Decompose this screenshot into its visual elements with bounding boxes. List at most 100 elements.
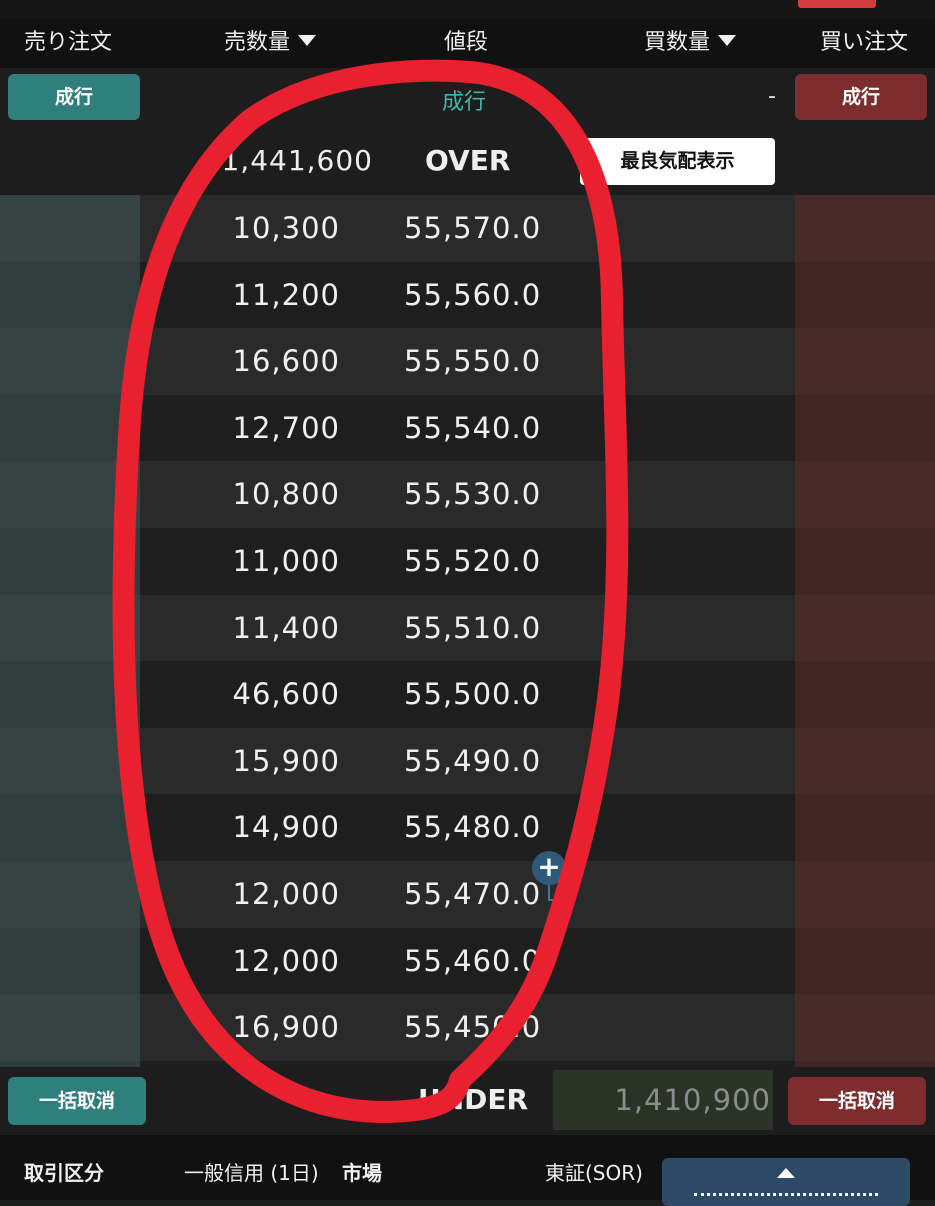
buy-order-cell[interactable] — [795, 461, 935, 528]
buy-order-cell[interactable] — [795, 195, 935, 262]
sort-down-icon — [718, 35, 737, 46]
sell-qty-cell: 11,400 — [232, 610, 340, 645]
sell-order-cell[interactable] — [0, 927, 140, 995]
sell-qty-label: 売数量 — [224, 30, 291, 55]
buy-order-cell[interactable] — [795, 394, 935, 462]
trade-type-label: 取引区分 — [24, 1161, 104, 1185]
price-header: 値段 — [444, 30, 489, 55]
buy-order-cell[interactable] — [795, 994, 935, 1061]
plus-connector — [548, 885, 568, 901]
sell-order-cell[interactable] — [0, 394, 140, 462]
order-book-row[interactable]: 12,700 55,540.0 — [0, 394, 935, 462]
order-book-row[interactable]: 16,600 55,550.0 — [0, 328, 935, 395]
market-center-label: 成行 — [442, 90, 487, 115]
sell-order-cell[interactable] — [0, 661, 140, 728]
sell-order-cell[interactable] — [0, 328, 140, 395]
over-qty: 1,441,600 — [221, 144, 373, 177]
buy-order-header: 買い注文 — [820, 30, 909, 55]
order-book-row[interactable]: 15,900 55,490.0 — [0, 727, 935, 795]
sell-qty-cell: 11,000 — [232, 543, 340, 578]
top-strip — [0, 0, 935, 18]
sell-market-button[interactable]: 成行 — [8, 74, 140, 120]
order-book-row[interactable]: 11,400 55,510.0 — [0, 594, 935, 662]
price-cell[interactable]: 55,540.0 — [404, 395, 541, 462]
sell-qty-header[interactable]: 売数量 — [224, 18, 317, 68]
top-red-tab[interactable] — [798, 0, 876, 8]
sell-qty-cell: 12,700 — [232, 410, 340, 445]
order-book-row[interactable]: 10,300 55,570.0 — [0, 195, 935, 262]
price-cell[interactable]: 55,480.0 — [404, 794, 541, 861]
sell-qty-cell: 12,000 — [232, 943, 340, 978]
buy-cancel-all-button[interactable]: 一括取消 — [788, 1077, 926, 1125]
sell-order-cell[interactable] — [0, 261, 140, 329]
sell-qty-cell: 14,900 — [232, 810, 340, 845]
sell-qty-cell: 16,600 — [232, 344, 340, 379]
price-cell[interactable]: 55,560.0 — [404, 262, 541, 329]
sell-qty-cell: 10,300 — [232, 211, 340, 245]
sell-qty-cell: 11,200 — [232, 277, 340, 312]
buy-order-cell[interactable] — [795, 860, 935, 928]
price-cell[interactable]: 55,490.0 — [404, 728, 541, 795]
order-book-row[interactable]: 12,000 55,460.0 — [0, 927, 935, 995]
sell-order-cell[interactable] — [0, 994, 140, 1061]
sell-order-cell[interactable] — [0, 860, 140, 928]
sell-order-cell[interactable] — [0, 727, 140, 795]
buy-order-cell[interactable] — [795, 328, 935, 395]
buy-market-qty: - — [768, 84, 776, 109]
buy-market-button[interactable]: 成行 — [795, 74, 927, 120]
price-cell[interactable]: 55,470.0 — [404, 861, 541, 928]
chevron-up-icon — [777, 1168, 795, 1178]
sell-qty-cell: 15,900 — [232, 743, 340, 778]
buy-qty-label: 買数量 — [644, 30, 711, 55]
add-order-plus-icon[interactable]: + — [532, 851, 566, 885]
sell-order-cell[interactable] — [0, 594, 140, 662]
price-cell[interactable]: 55,500.0 — [404, 661, 541, 728]
order-book-row[interactable]: 16,900 55,450.0 — [0, 994, 935, 1061]
sell-qty-cell: 12,000 — [232, 876, 340, 911]
price-cell[interactable]: 55,530.0 — [404, 461, 541, 528]
buy-order-cell[interactable] — [795, 794, 935, 861]
sell-order-cell[interactable] — [0, 195, 140, 262]
sell-qty-cell: 16,900 — [232, 1010, 340, 1045]
sell-qty-cell: 10,800 — [232, 477, 340, 512]
sell-order-cell[interactable] — [0, 461, 140, 528]
buy-order-cell[interactable] — [795, 661, 935, 728]
buy-order-cell[interactable] — [795, 261, 935, 329]
over-label: OVER — [425, 144, 511, 177]
order-book-row[interactable]: 10,800 55,530.0 — [0, 461, 935, 528]
under-label: UNDER — [418, 1083, 529, 1116]
price-cell[interactable]: 55,570.0 — [404, 195, 541, 262]
order-book-row[interactable]: 11,000 55,520.0 — [0, 527, 935, 595]
sell-qty-cell: 46,600 — [232, 677, 340, 712]
under-row: 一括取消 UNDER 1,410,900 一括取消 — [0, 1067, 935, 1135]
price-cell[interactable]: 55,450.0 — [404, 994, 541, 1061]
price-cell[interactable]: 55,520.0 — [404, 528, 541, 595]
trade-type-value[interactable]: 一般信用 (1日) — [184, 1157, 319, 1186]
price-cell[interactable]: 55,510.0 — [404, 595, 541, 662]
sell-order-header: 売り注文 — [24, 30, 113, 55]
price-cell[interactable]: 55,550.0 — [404, 328, 541, 395]
drag-handle-icon — [694, 1193, 878, 1199]
buy-order-cell[interactable] — [795, 594, 935, 662]
order-book-row[interactable]: 12,000 55,470.0 — [0, 860, 935, 928]
order-book-row[interactable]: 14,900 55,480.0 — [0, 794, 935, 861]
order-book: 10,300 55,570.0 11,200 55,560.0 16,600 55,550… — [0, 195, 935, 1067]
order-book-row[interactable]: 11,200 55,560.0 — [0, 261, 935, 329]
order-book-header: 売り注文 売数量 値段 買数量 買い注文 — [0, 18, 935, 68]
price-cell[interactable]: 55,460.0 — [404, 928, 541, 995]
best-quote-button[interactable]: 最良気配表示 — [580, 138, 775, 185]
buy-order-cell[interactable] — [795, 927, 935, 995]
market-value[interactable]: 東証(SOR) — [545, 1157, 643, 1186]
market-order-row: 成行 成行 - 成行 — [0, 68, 935, 130]
under-qty: 1,410,900 — [614, 1083, 771, 1117]
sell-order-cell[interactable] — [0, 527, 140, 595]
sell-order-cell[interactable] — [0, 794, 140, 861]
sell-cancel-all-button[interactable]: 一括取消 — [8, 1077, 146, 1125]
buy-qty-header[interactable]: 買数量 — [644, 18, 737, 68]
market-label: 市場 — [342, 1161, 382, 1185]
under-qty-box: 1,410,900 — [553, 1070, 773, 1130]
order-book-row[interactable]: 46,600 55,500.0 — [0, 661, 935, 728]
buy-order-cell[interactable] — [795, 727, 935, 795]
buy-order-cell[interactable] — [795, 527, 935, 595]
expand-panel-button[interactable] — [662, 1158, 910, 1206]
